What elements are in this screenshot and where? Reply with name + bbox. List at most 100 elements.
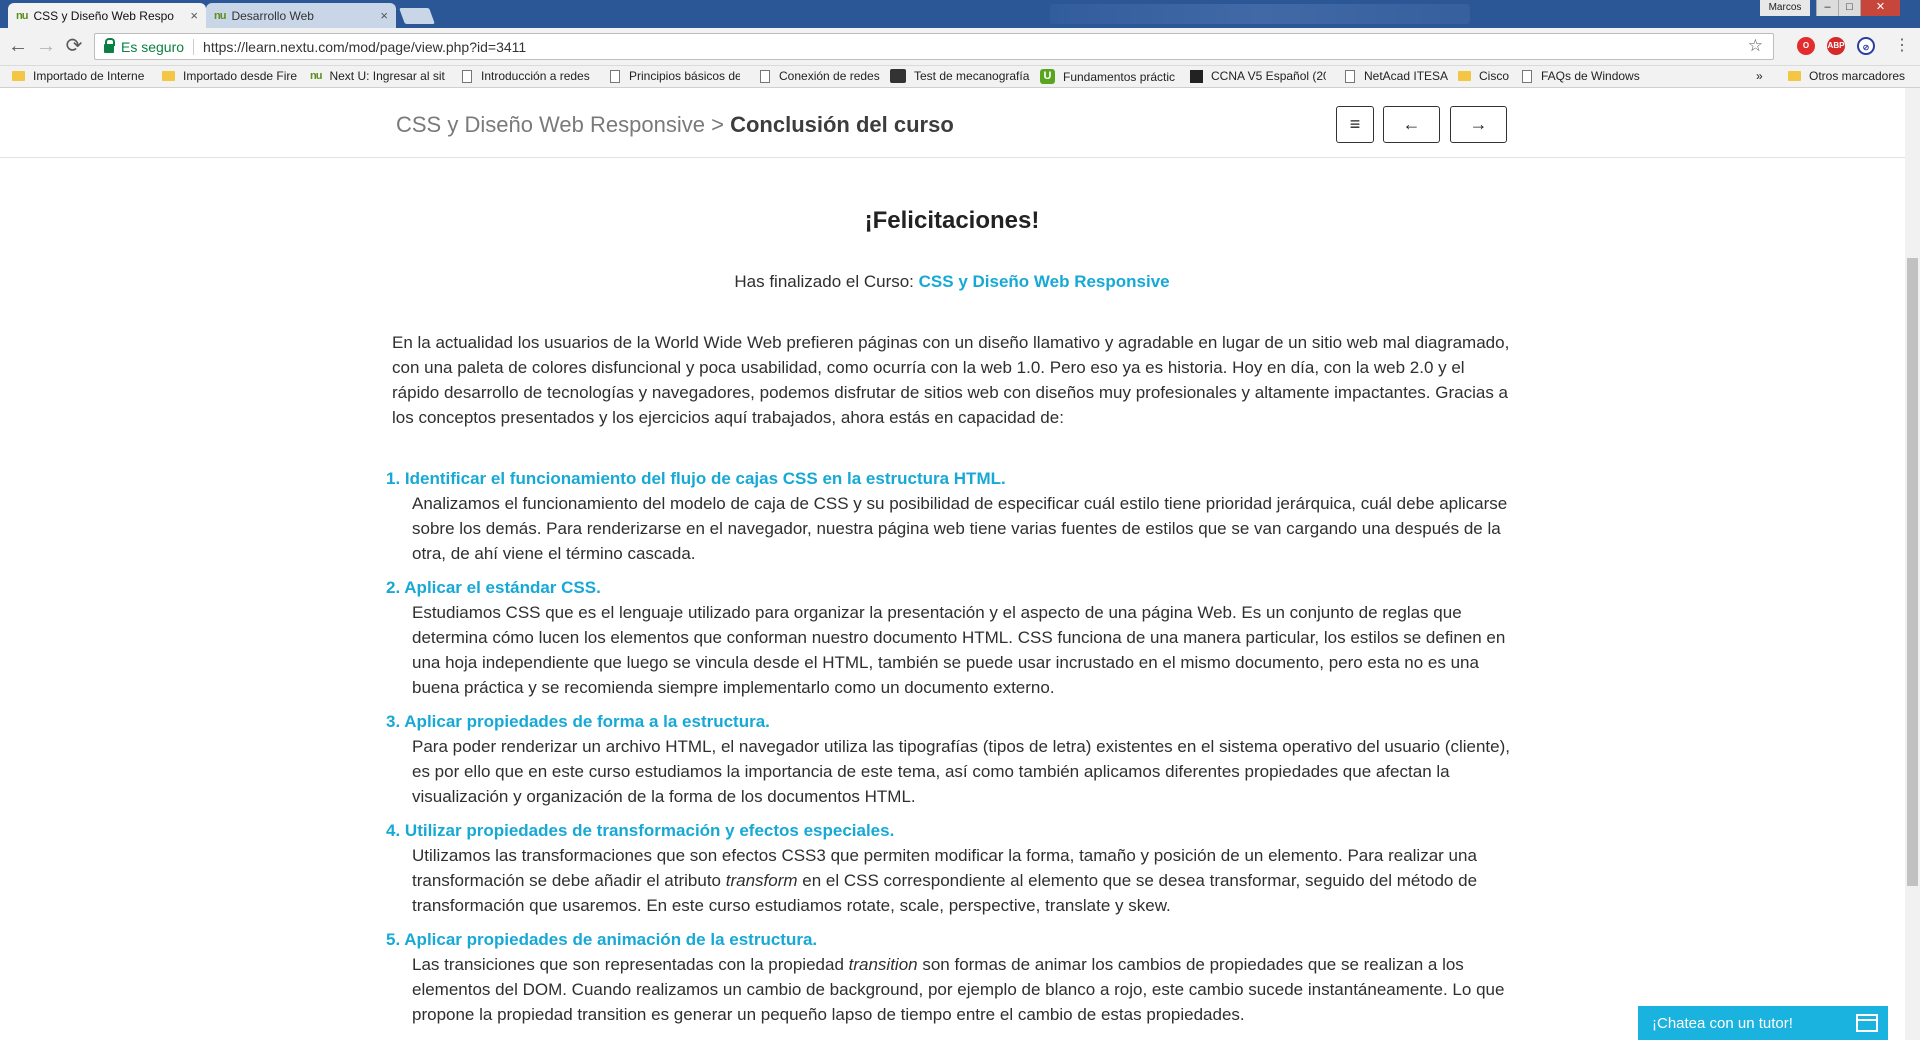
minimize-button[interactable]: – bbox=[1816, 0, 1838, 16]
objective-title: 3. Aplicar propiedades de forma a la est… bbox=[386, 712, 770, 731]
bookmark-label: Next U: Ingresar al sit bbox=[329, 69, 445, 83]
address-bar[interactable]: Es seguro https://learn.nextu.com/mod/pa… bbox=[94, 33, 1774, 60]
maximize-button[interactable]: □ bbox=[1838, 0, 1860, 16]
divider bbox=[193, 38, 195, 55]
bookmark-item[interactable]: NetAcad ITESA bbox=[1345, 69, 1463, 83]
bookmark-item[interactable]: FAQs de Windows bbox=[1522, 69, 1662, 83]
objective-title: 2. Aplicar el estándar CSS. bbox=[386, 578, 601, 597]
page-title: Conclusión del curso bbox=[730, 112, 954, 137]
more-bookmarks-button[interactable]: » bbox=[1756, 69, 1763, 83]
adblock-extension-icon[interactable]: ABP bbox=[1827, 37, 1845, 55]
bookmark-label: Cisco bbox=[1479, 69, 1510, 83]
browser-toolbar: ← → ⟳ Es seguro https://learn.nextu.com/… bbox=[0, 28, 1920, 66]
bookmark-item[interactable]: Test de mecanografía bbox=[890, 69, 1030, 83]
bookmark-item[interactable]: nu Next U: Ingresar al sit bbox=[310, 69, 448, 83]
course-page-header: CSS y Diseño Web Responsive > Conclusión… bbox=[0, 88, 1905, 158]
page-content: ¡Felicitaciones! Has finalizado el Curso… bbox=[386, 190, 1512, 1036]
secure-label: Es seguro bbox=[121, 38, 185, 55]
new-tab-button[interactable] bbox=[399, 8, 435, 24]
reload-button[interactable]: ⟳ bbox=[62, 35, 86, 59]
objectives-list: 1. Identificar el funcionamiento del flu… bbox=[386, 466, 1512, 1027]
u-logo-icon: U bbox=[1040, 69, 1055, 84]
user-profile-chip[interactable]: Marcos bbox=[1760, 0, 1810, 16]
tab-title: Desarrollo Web bbox=[231, 8, 314, 23]
page-icon bbox=[1345, 69, 1355, 83]
breadcrumb-course-link[interactable]: CSS y Diseño Web Responsive bbox=[396, 112, 705, 137]
chat-label: ¡Chatea con un tutor! bbox=[1652, 1015, 1793, 1032]
tab-close-icon[interactable]: × bbox=[190, 8, 198, 23]
objective-title: 1. Identificar el funcionamiento del flu… bbox=[386, 469, 1006, 488]
bookmark-label: CCNA V5 Español (20 bbox=[1211, 69, 1326, 83]
bookmark-item[interactable]: Principios básicos de bbox=[610, 69, 740, 83]
typing-test-icon bbox=[890, 69, 906, 83]
bookmark-label: Otros marcadores bbox=[1809, 69, 1906, 83]
objective-title: 4. Utilizar propiedades de transformació… bbox=[386, 821, 895, 840]
bookmark-label: Importado de Interne bbox=[33, 69, 145, 83]
ccna-icon bbox=[1190, 69, 1203, 83]
finished-prefix: Has finalizado el Curso: bbox=[734, 272, 914, 291]
objective-description: Utilizamos las transformaciones que son … bbox=[412, 846, 1478, 915]
bookmark-label: Introducción a redes bbox=[481, 69, 590, 83]
tab-css-diseno-web[interactable]: nu CSS y Diseño Web Respo × bbox=[8, 3, 206, 28]
tab-title: CSS y Diseño Web Respo bbox=[33, 8, 174, 23]
browser-titlebar: nu CSS y Diseño Web Respo × nu Desarroll… bbox=[0, 0, 1920, 28]
taskbar-preview bbox=[1050, 4, 1470, 24]
bookmark-item[interactable]: Conexión de redes bbox=[760, 69, 888, 83]
other-bookmarks-folder[interactable]: Otros marcadores bbox=[1788, 69, 1918, 83]
course-link[interactable]: CSS y Diseño Web Responsive bbox=[919, 272, 1170, 291]
folder-icon bbox=[1458, 71, 1471, 81]
bookmark-item[interactable]: Importado de Interne bbox=[12, 69, 150, 83]
bookmark-label: Fundamentos práctic bbox=[1063, 69, 1176, 84]
block-extension-icon[interactable]: ⊘ bbox=[1857, 37, 1875, 55]
bookmark-item[interactable]: CCNA V5 Español (20 bbox=[1190, 69, 1326, 83]
page-icon bbox=[760, 69, 770, 83]
folder-icon bbox=[12, 71, 25, 81]
page-scrollbar-thumb[interactable] bbox=[1907, 258, 1918, 886]
objective-description: Para poder renderizar un archivo HTML, e… bbox=[412, 737, 1510, 806]
nextu-favicon-icon: nu bbox=[214, 9, 226, 22]
objective-item: 2. Aplicar el estándar CSS. Estudiamos C… bbox=[386, 575, 1512, 700]
folder-icon bbox=[1788, 71, 1801, 81]
bookmark-label: Conexión de redes bbox=[779, 69, 880, 83]
congrats-heading: ¡Felicitaciones! bbox=[864, 207, 1040, 234]
forward-button[interactable]: → bbox=[34, 35, 58, 59]
nextu-favicon-icon: nu bbox=[310, 70, 322, 82]
bookmark-item[interactable]: U Fundamentos práctic bbox=[1040, 69, 1176, 84]
bookmark-item[interactable]: Introducción a redes bbox=[462, 69, 604, 83]
bookmark-label: NetAcad ITESA bbox=[1364, 69, 1449, 83]
bookmark-item[interactable]: Importado desde Fire bbox=[162, 69, 300, 83]
intro-paragraph: En la actualidad los usuarios de la Worl… bbox=[392, 333, 1510, 427]
course-menu-button[interactable]: ≡ bbox=[1336, 106, 1374, 143]
opera-extension-icon[interactable]: O bbox=[1797, 37, 1815, 55]
objective-item: 3. Aplicar propiedades de forma a la est… bbox=[386, 709, 1512, 809]
bookmarks-bar: Importado de Interne Importado desde Fir… bbox=[0, 66, 1920, 88]
bookmark-label: Principios básicos de bbox=[629, 69, 740, 83]
close-window-button[interactable]: ✕ bbox=[1860, 0, 1900, 16]
nextu-favicon-icon: nu bbox=[16, 9, 28, 22]
course-finished-text: Has finalizado el Curso: CSS y Diseño We… bbox=[392, 269, 1512, 294]
objective-title: 5. Aplicar propiedades de animación de l… bbox=[386, 930, 818, 949]
chat-window-icon[interactable] bbox=[1856, 1014, 1878, 1032]
page-icon bbox=[1522, 69, 1532, 83]
breadcrumb: CSS y Diseño Web Responsive > Conclusión… bbox=[396, 112, 954, 138]
objective-description: Analizamos el funcionamiento del modelo … bbox=[412, 494, 1508, 563]
chat-tutor-widget[interactable]: ¡Chatea con un tutor! bbox=[1638, 1006, 1888, 1040]
breadcrumb-separator: > bbox=[711, 112, 724, 137]
previous-page-button[interactable]: ← bbox=[1383, 106, 1440, 143]
objective-item: 4. Utilizar propiedades de transformació… bbox=[386, 818, 1512, 918]
bookmark-label: Test de mecanografía bbox=[914, 69, 1030, 83]
objective-item: 5. Aplicar propiedades de animación de l… bbox=[386, 927, 1512, 1027]
tab-desarrollo-web[interactable]: nu Desarrollo Web × bbox=[206, 3, 396, 28]
back-button[interactable]: ← bbox=[6, 35, 30, 59]
url-text[interactable]: https://learn.nextu.com/mod/page/view.ph… bbox=[203, 39, 526, 55]
page-icon bbox=[462, 69, 472, 83]
lock-icon bbox=[104, 37, 115, 53]
next-page-button[interactable]: → bbox=[1450, 106, 1507, 143]
chrome-menu-icon[interactable]: ⋮ bbox=[1890, 35, 1914, 59]
bookmark-star-icon[interactable]: ☆ bbox=[1748, 36, 1763, 56]
bookmark-label: Importado desde Fire bbox=[183, 69, 298, 83]
folder-icon bbox=[162, 71, 175, 81]
tab-close-icon[interactable]: × bbox=[380, 8, 388, 23]
objective-description: Estudiamos CSS que es el lenguaje utiliz… bbox=[412, 603, 1506, 697]
objective-description: Las transiciones que son representadas c… bbox=[412, 955, 1505, 1024]
